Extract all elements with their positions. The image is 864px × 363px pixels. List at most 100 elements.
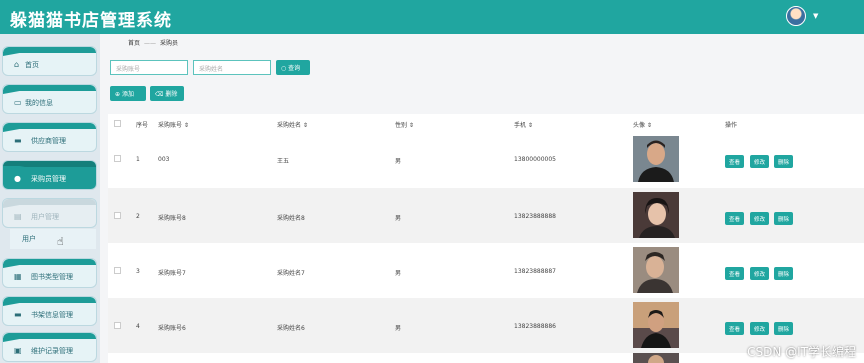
- sidebar-item-maintenance[interactable]: ▣ 维护记录管理: [2, 332, 97, 362]
- cell-account: 采购账号6: [158, 325, 186, 332]
- record-icon: ▣: [14, 346, 22, 355]
- cell-index: 2: [136, 213, 140, 220]
- cell-gender: 男: [395, 325, 402, 332]
- sidebar-item-profile[interactable]: ▭ 我的信息: [2, 84, 97, 114]
- shelf-icon: ▬: [14, 310, 22, 319]
- cell-account: 003: [158, 156, 170, 163]
- sidebar-item-shelf[interactable]: ▬ 书架信息管理: [2, 296, 97, 326]
- users-icon: ▤: [14, 212, 22, 221]
- avatar-photo: [633, 353, 679, 363]
- avatar-photo: [633, 302, 679, 348]
- sidebar-item-label: 我的信息: [25, 99, 53, 107]
- user-icon: ●: [14, 174, 21, 183]
- cell-gender: 男: [395, 158, 402, 165]
- breadcrumb-separator: ——: [144, 40, 157, 47]
- row-checkbox[interactable]: [114, 322, 121, 329]
- app-title: 躲猫猫书店管理系统: [10, 11, 172, 31]
- bulk-delete-button-label: 删除: [165, 91, 178, 98]
- cell-account: 采购账号8: [158, 215, 186, 222]
- sidebar-item-purchaser[interactable]: ● 采购员管理: [2, 160, 97, 190]
- sidebar-item-home[interactable]: ⌂ 首页: [2, 46, 97, 76]
- column-header-phone[interactable]: 手机 ⇕: [514, 120, 533, 129]
- cell-index: 3: [136, 268, 140, 275]
- delete-button[interactable]: 删除: [774, 322, 794, 335]
- chevron-down-icon[interactable]: ▼: [813, 12, 818, 20]
- table-row: 2 采购账号8 采购姓名8 男 13823888888 查看 修改 删除: [108, 188, 864, 243]
- sidebar-item-label: 首页: [25, 61, 39, 69]
- edit-button[interactable]: 修改: [750, 322, 770, 335]
- avatar-photo: [633, 247, 679, 293]
- sidebar-item-label: 采购员管理: [31, 175, 66, 183]
- profile-icon: ▭: [14, 98, 22, 107]
- column-header-actions: 操作: [725, 122, 738, 129]
- query-button[interactable]: ○ 查询: [276, 60, 310, 75]
- column-header-avatar[interactable]: 头像 ⇕: [633, 120, 652, 129]
- add-button[interactable]: ⊕ 添加: [110, 86, 146, 101]
- purchaser-table: 序号 采购账号 ⇕ 采购姓名 ⇕ 性别 ⇕ 手机 ⇕ 头像 ⇕ 操作 1 003…: [108, 114, 864, 363]
- home-icon: ⌂: [14, 60, 20, 69]
- mouse-cursor-icon: ☝: [57, 235, 64, 248]
- cell-index: 1: [136, 156, 140, 163]
- cell-phone: 13823888887: [514, 268, 556, 275]
- account-search-input[interactable]: 采购账号: [110, 60, 188, 75]
- column-header-account[interactable]: 采购账号 ⇕: [158, 120, 189, 129]
- view-button[interactable]: 查看: [725, 322, 745, 335]
- delete-button[interactable]: 删除: [774, 155, 794, 168]
- search-icon: ○: [281, 65, 287, 72]
- user-avatar[interactable]: [786, 6, 806, 26]
- cell-account: 采购账号7: [158, 270, 186, 277]
- sidebar-item-label: 用户管理: [31, 213, 59, 221]
- select-all-checkbox[interactable]: [114, 120, 121, 127]
- row-checkbox[interactable]: [114, 267, 121, 274]
- cell-name: 王五: [277, 158, 290, 165]
- delete-button[interactable]: 删除: [774, 267, 794, 280]
- query-button-label: 查询: [288, 65, 301, 72]
- view-button[interactable]: 查看: [725, 155, 745, 168]
- sidebar: ⌂ 首页 ▭ 我的信息 ▬ 供应商管理 ● 采购员管理 ▤ 用户管理 用户 ☝ …: [0, 34, 100, 363]
- view-button[interactable]: 查看: [725, 267, 745, 280]
- column-header-gender[interactable]: 性别 ⇕: [395, 120, 414, 129]
- sidebar-item-label: 供应商管理: [31, 137, 66, 145]
- plus-circle-icon: ⊕: [115, 91, 121, 98]
- sidebar-subitem-label: 用户: [22, 235, 36, 243]
- trash-icon: ⌫: [155, 91, 164, 98]
- sidebar-item-supplier[interactable]: ▬ 供应商管理: [2, 122, 97, 152]
- top-header: 躲猫猫书店管理系统 ▼: [0, 0, 864, 34]
- cell-name: 采购姓名8: [277, 215, 305, 222]
- cell-index: 4: [136, 323, 140, 330]
- view-button[interactable]: 查看: [725, 212, 745, 225]
- row-checkbox[interactable]: [114, 212, 121, 219]
- cell-gender: 男: [395, 215, 402, 222]
- cell-gender: 男: [395, 270, 402, 277]
- breadcrumb-home[interactable]: 首页: [128, 40, 140, 47]
- column-header-name[interactable]: 采购姓名 ⇕: [277, 120, 308, 129]
- cell-phone: 13823888888: [514, 213, 556, 220]
- row-checkbox[interactable]: [114, 155, 121, 162]
- watermark: CSDN @IT学长编程: [747, 345, 856, 359]
- sidebar-item-users[interactable]: ▤ 用户管理: [2, 198, 97, 228]
- delete-button[interactable]: 删除: [774, 212, 794, 225]
- supplier-icon: ▬: [14, 136, 22, 145]
- name-search-input[interactable]: 采购姓名: [193, 60, 271, 75]
- cell-phone: 13823888886: [514, 323, 556, 330]
- edit-button[interactable]: 修改: [750, 267, 770, 280]
- sidebar-subitem-user[interactable]: 用户: [10, 229, 96, 249]
- grid-icon: ▦: [14, 272, 22, 281]
- sidebar-item-book-type[interactable]: ▦ 图书类型管理: [2, 258, 97, 288]
- bulk-delete-button[interactable]: ⌫ 删除: [150, 86, 184, 101]
- sidebar-item-label: 图书类型管理: [31, 273, 73, 281]
- avatar-photo: [633, 136, 679, 182]
- edit-button[interactable]: 修改: [750, 212, 770, 225]
- add-button-label: 添加: [121, 91, 134, 98]
- breadcrumb: 首页 —— 采购员: [128, 38, 178, 47]
- sidebar-item-label: 维护记录管理: [31, 347, 73, 355]
- table-row: 1 003 王五 男 13800000005 查看 修改 删除: [108, 133, 864, 188]
- main-content: 首页 —— 采购员 采购账号 采购姓名 ○ 查询 ⊕ 添加 ⌫ 删除 序号 采购账号…: [100, 34, 864, 363]
- cell-name: 采购姓名6: [277, 325, 305, 332]
- table-row: 3 采购账号7 采购姓名7 男 13823888887 查看 修改 删除: [108, 243, 864, 298]
- sidebar-item-label: 书架信息管理: [31, 311, 73, 319]
- cell-phone: 13800000005: [514, 156, 556, 163]
- avatar-photo: [633, 192, 679, 238]
- breadcrumb-current: 采购员: [160, 40, 179, 47]
- edit-button[interactable]: 修改: [750, 155, 770, 168]
